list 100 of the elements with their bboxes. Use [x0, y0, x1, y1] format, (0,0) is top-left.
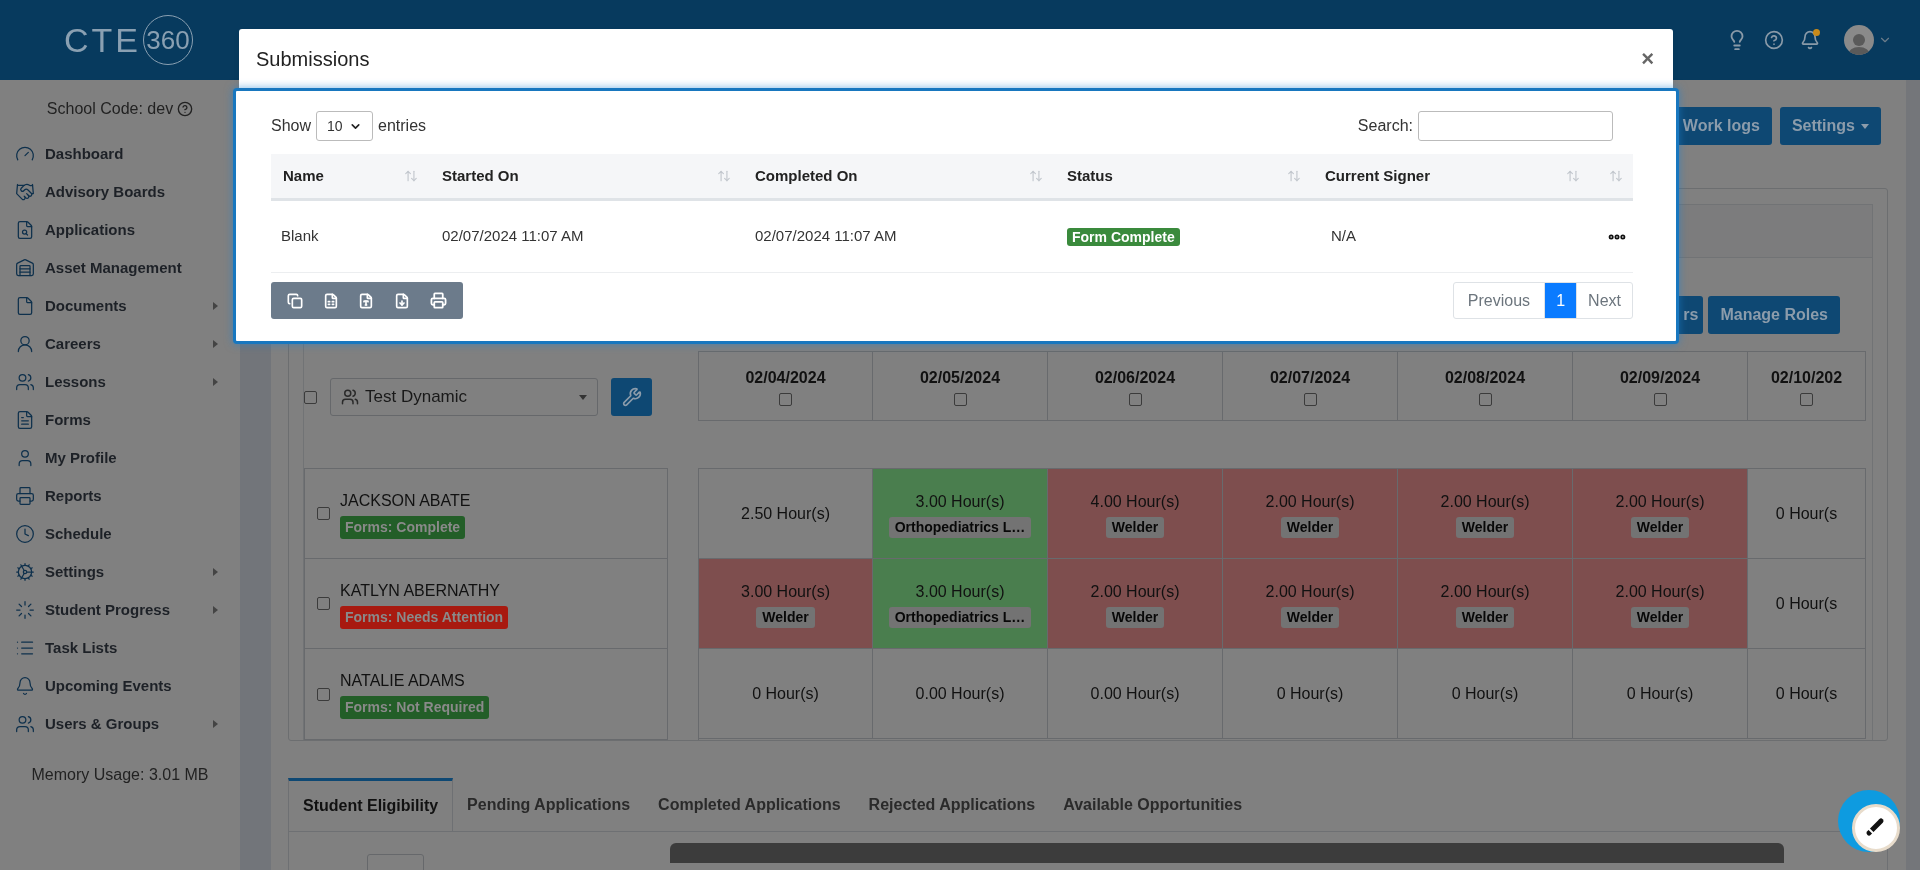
hours-cell[interactable]: 2.00 Hour(s) Welder: [1398, 559, 1573, 649]
hours-cell[interactable]: 3.00 Hour(s) Orthopediatrics L…: [873, 469, 1048, 559]
sidebar-item[interactable]: Settings: [0, 553, 240, 591]
forms-badge: Forms: Complete: [340, 515, 466, 539]
sidebar-item[interactable]: Lessons: [0, 363, 240, 401]
checkbox[interactable]: [1128, 393, 1142, 406]
help-icon[interactable]: [177, 100, 194, 117]
date-header: 02/06/2024: [1048, 352, 1223, 420]
help-icon[interactable]: [1764, 30, 1784, 50]
tab[interactable]: Completed Applications: [644, 778, 855, 831]
hours-cell[interactable]: 2.50 Hour(s): [699, 469, 873, 559]
tab[interactable]: Available Opportunities: [1049, 778, 1257, 831]
job-tag: Orthopediatrics L…: [888, 606, 1032, 628]
school-code: School Code: dev: [46, 98, 174, 119]
table-cell-text: Blank: [280, 226, 320, 247]
hours-cell[interactable]: 2.00 Hour(s) Welder: [1223, 469, 1398, 559]
date-header: 02/10/202: [1748, 352, 1866, 420]
hours-cell[interactable]: 0 Hour(s): [699, 649, 873, 739]
group-select[interactable]: Test Dynamic: [330, 378, 598, 416]
hours-cell[interactable]: 0 Hour(s): [1398, 649, 1573, 739]
tab[interactable]: Rejected Applications: [854, 778, 1050, 831]
hours-cell[interactable]: 2.00 Hour(s) Welder: [1573, 559, 1748, 649]
hours-cell[interactable]: 0 Hour(s: [1748, 559, 1866, 649]
hours-cell[interactable]: 2.00 Hour(s) Welder: [1398, 469, 1573, 559]
person-icon: [15, 334, 35, 354]
sidebar-item[interactable]: Applications: [0, 211, 240, 249]
hours-cell[interactable]: 2.00 Hour(s) Welder: [1223, 559, 1398, 649]
column-header[interactable]: Started On: [430, 154, 743, 198]
hours-cell[interactable]: 0 Hour(s: [1748, 469, 1866, 559]
search-label: Search:: [1357, 116, 1413, 136]
print-icon[interactable]: [430, 292, 448, 309]
sidebar-item[interactable]: Task Lists: [0, 629, 240, 667]
sidebar-item[interactable]: Users & Groups: [0, 705, 240, 743]
tab[interactable]: Pending Applications: [453, 778, 645, 831]
search-field[interactable]: [1418, 111, 1613, 141]
checkbox[interactable]: [317, 507, 330, 520]
sidebar-item[interactable]: Schedule: [0, 515, 240, 553]
shelves-icon: [15, 258, 35, 278]
sidebar-item[interactable]: Careers: [0, 325, 240, 363]
checkbox[interactable]: [317, 687, 330, 701]
date-header: 02/09/2024: [1573, 352, 1748, 420]
hours-cell[interactable]: 2.00 Hour(s) Welder: [1048, 559, 1223, 649]
column-header[interactable]: Status: [1055, 154, 1313, 198]
copy-icon[interactable]: [286, 292, 303, 309]
sidebar-item[interactable]: Advisory Boards: [0, 173, 240, 211]
sidebar-item[interactable]: Asset Management: [0, 249, 240, 287]
close-button[interactable]: ×: [1641, 47, 1654, 70]
document-icon: [15, 410, 35, 430]
checkbox[interactable]: [1303, 393, 1317, 406]
checkbox[interactable]: [779, 393, 792, 406]
status-badge: Form Complete: [1067, 227, 1180, 246]
hours-cell[interactable]: 0.00 Hour(s): [873, 649, 1048, 739]
checkbox[interactable]: [1653, 393, 1667, 406]
printer-icon: [15, 486, 35, 506]
hours-cell[interactable]: 3.00 Hour(s) Orthopediatrics L…: [873, 559, 1048, 649]
tools-button[interactable]: [611, 378, 652, 416]
job-tag: Welder: [1455, 516, 1515, 538]
job-tag: Welder: [1455, 606, 1515, 628]
column-header[interactable]: Current Signer: [1313, 154, 1592, 198]
hours-cell[interactable]: 4.00 Hour(s) Welder: [1048, 469, 1223, 559]
gears-icon: [15, 562, 35, 582]
logo[interactable]: CTE 360: [64, 14, 193, 66]
tab[interactable]: Student Eligibility: [288, 778, 454, 831]
page-button[interactable]: 1: [1545, 283, 1577, 318]
wrench-icon: [621, 387, 642, 407]
sidebar-item[interactable]: Upcoming Events: [0, 667, 240, 705]
hours-cell[interactable]: 2.00 Hour(s) Welder: [1573, 469, 1748, 559]
hours-cell[interactable]: 0 Hour(s): [1573, 649, 1748, 739]
file-download-icon[interactable]: [394, 292, 411, 309]
hours-cell[interactable]: 0.00 Hour(s): [1048, 649, 1223, 739]
next-button[interactable]: Next: [1576, 283, 1632, 318]
sidebar-item[interactable]: My Profile: [0, 439, 240, 477]
bell-icon: [15, 676, 35, 696]
column-header[interactable]: Completed On: [743, 154, 1055, 198]
spreadsheet-icon[interactable]: [322, 292, 339, 309]
date-header: 02/08/2024: [1398, 352, 1573, 420]
checkbox[interactable]: [317, 597, 330, 610]
hours-cell[interactable]: 3.00 Hour(s) Welder: [699, 559, 873, 649]
table-cell-text: 02/07/2024 11:07 AM: [441, 226, 585, 247]
notifications-button[interactable]: [1800, 30, 1820, 50]
file-icon[interactable]: [358, 292, 375, 309]
toolbar-button[interactable]: Settings: [1779, 107, 1881, 145]
job-tag: Orthopediatrics L…: [888, 516, 1032, 538]
sidebar-item[interactable]: Reports: [0, 477, 240, 515]
checkbox[interactable]: [953, 393, 967, 406]
avatar-icon[interactable]: [1844, 25, 1874, 55]
sidebar-item[interactable]: Dashboard: [0, 135, 240, 173]
forms-badge: Forms: Not Required: [340, 696, 490, 719]
hours-cell[interactable]: 0 Hour(s): [1223, 649, 1398, 739]
checkbox[interactable]: [304, 390, 317, 404]
column-header[interactable]: Name: [271, 154, 430, 198]
action-button[interactable]: Manage Roles: [1708, 296, 1840, 334]
sidebar-item[interactable]: Student Progress: [0, 591, 240, 629]
checkbox[interactable]: [1800, 393, 1813, 406]
sidebar-item[interactable]: Forms: [0, 401, 240, 439]
checkbox[interactable]: [1478, 393, 1492, 406]
date-header: 02/05/2024: [873, 352, 1048, 420]
hours-cell[interactable]: 0 Hour(s: [1748, 649, 1866, 739]
page-size-select[interactable]: 10: [316, 111, 374, 141]
sidebar-item[interactable]: Documents: [0, 287, 240, 325]
